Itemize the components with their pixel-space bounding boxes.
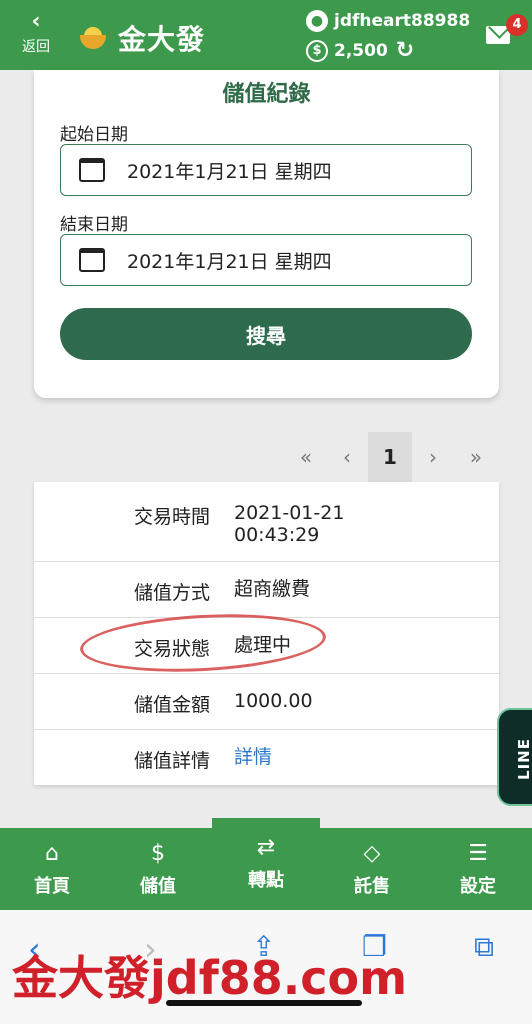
brand-logo[interactable]: 金大發: [78, 18, 205, 58]
end-date-label: 結束日期: [60, 215, 128, 235]
nav-label: 首頁: [34, 876, 70, 897]
start-date-field[interactable]: 2021年1月21日 星期四: [60, 144, 472, 196]
pager-last[interactable]: »: [458, 432, 494, 482]
coin-icon: $: [306, 39, 328, 62]
nav-settings[interactable]: ☰ 設定: [438, 842, 518, 898]
row-value: 2021-01-21 00:43:29: [234, 502, 344, 546]
page-title: 儲值紀錄: [222, 82, 311, 107]
chevron-left-icon: ‹: [31, 9, 41, 34]
calendar-icon: [79, 158, 105, 182]
table-row: 儲值金額 1000.00: [34, 674, 499, 730]
start-date-value: 2021年1月21日 星期四: [127, 160, 332, 183]
row-value: 1000.00: [234, 690, 313, 712]
app-header: ‹ 返回 金大發 ● jdfheart88988 $ 2,500 ↻ 4: [0, 0, 532, 70]
start-date-label: 起始日期: [60, 125, 128, 145]
user-info: ● jdfheart88988: [306, 10, 470, 32]
search-button[interactable]: 搜尋: [60, 308, 472, 360]
nav-label: 設定: [460, 876, 496, 897]
pager-current[interactable]: 1: [368, 432, 412, 482]
back-button[interactable]: ‹ 返回: [16, 9, 56, 56]
nav-label: 儲值: [140, 876, 176, 897]
row-label: 交易時間: [133, 506, 210, 528]
details-link[interactable]: 詳情: [234, 746, 272, 768]
back-label: 返回: [22, 39, 50, 55]
watermark: 金大發jdf88.com: [12, 951, 407, 1005]
end-date-value: 2021年1月21日 星期四: [127, 250, 332, 273]
calendar-icon: [79, 248, 105, 272]
nav-sell[interactable]: ◇ 託售: [332, 842, 412, 898]
row-value-time: 00:43:29: [234, 524, 320, 546]
settings-icon: ☰: [468, 841, 488, 866]
search-card: 儲值紀錄 起始日期 2021年1月21日 星期四 結束日期 2021年1月21日…: [34, 70, 499, 398]
row-value-date: 2021-01-21: [234, 502, 345, 524]
nav-label: 轉點: [248, 870, 284, 891]
balance-info: $ 2,500 ↻: [306, 38, 414, 63]
nav-label: 託售: [354, 876, 390, 897]
table-row: 儲值方式 超商繳費: [34, 562, 499, 618]
pager-next[interactable]: ›: [418, 432, 448, 482]
nav-deposit[interactable]: $ 儲值: [118, 842, 198, 898]
exchange-icon: ⇄: [256, 835, 276, 860]
tabs-icon[interactable]: ⧉: [474, 930, 494, 964]
nav-home[interactable]: ⌂ 首頁: [12, 842, 92, 898]
row-label: 儲值金額: [133, 694, 210, 716]
home-icon: ⌂: [45, 841, 59, 866]
table-row: 儲值詳情 詳情: [34, 730, 499, 785]
refresh-icon[interactable]: ↻: [396, 38, 414, 63]
username: jdfheart88988: [334, 11, 471, 31]
end-date-field[interactable]: 2021年1月21日 星期四: [60, 234, 472, 286]
balance-value: 2,500: [334, 40, 388, 61]
diamond-icon: ◇: [363, 841, 381, 866]
pager-first[interactable]: «: [288, 432, 324, 482]
user-icon: ●: [306, 10, 328, 32]
row-label: 儲值方式: [133, 582, 210, 604]
dollar-icon: $: [151, 841, 165, 866]
row-label: 儲值詳情: [133, 750, 210, 772]
mail-badge: 4: [506, 14, 528, 36]
home-indicator: [166, 1000, 362, 1006]
gold-bowl-icon: [78, 27, 108, 49]
nav-exchange[interactable]: ⇄ 轉點: [226, 836, 306, 892]
line-contact-tab[interactable]: LINE: [497, 708, 532, 806]
line-tab-label: LINE: [514, 738, 532, 780]
bottom-nav: ⌂ 首頁 $ 儲值 ⇄ 轉點 ◇ 託售 ☰ 設定: [0, 828, 532, 910]
pager-prev[interactable]: ‹: [332, 432, 362, 482]
row-value: 超商繳費: [234, 578, 311, 600]
brand-name: 金大發: [118, 23, 206, 56]
table-row: 交易時間 2021-01-21 00:43:29: [34, 482, 499, 562]
